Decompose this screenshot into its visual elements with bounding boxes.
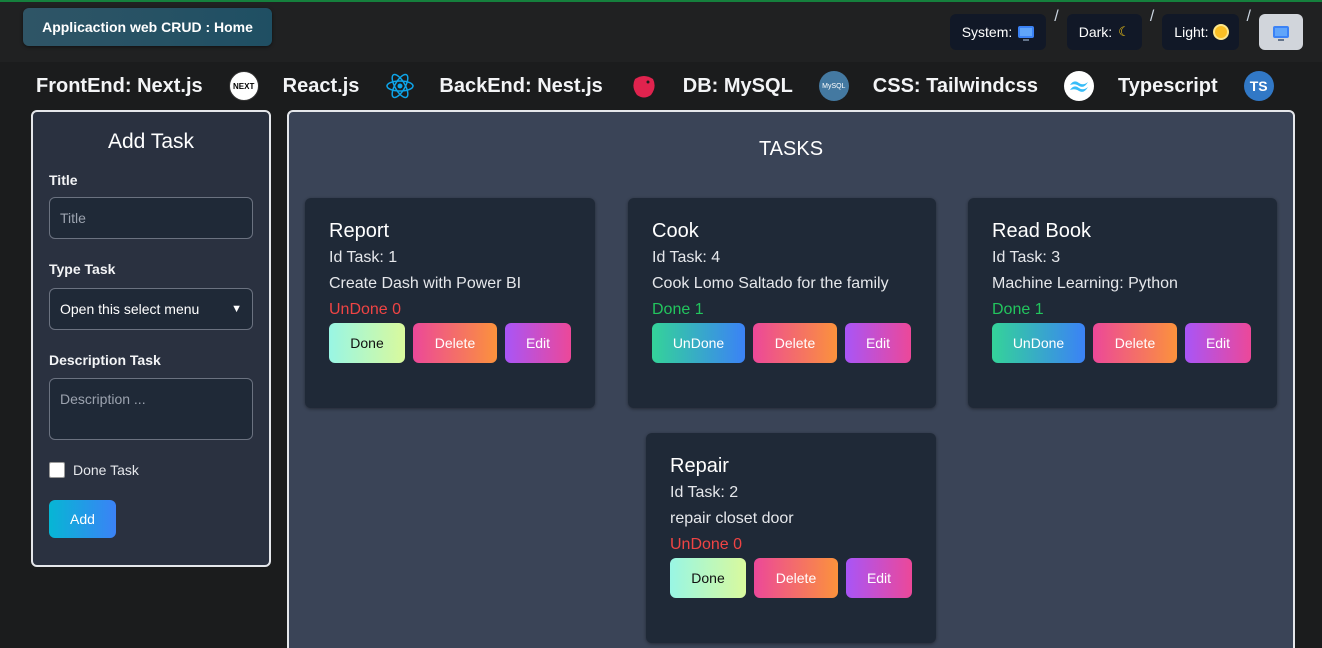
tasks-title: TASKS <box>758 138 824 160</box>
tech-item-react: React.js <box>283 71 440 101</box>
separator: / <box>1054 8 1059 25</box>
task-card: Repair Id Task: 2 repair closet door UnD… <box>646 433 936 643</box>
tech-item-mysql: DB: MySQL MySQL <box>683 71 873 101</box>
task-status: UnDone 0 <box>329 301 402 318</box>
theme-system-button[interactable]: System: <box>949 14 1047 50</box>
task-title: Cook <box>652 220 699 242</box>
done-task-checkbox[interactable] <box>49 462 65 478</box>
task-card: Report Id Task: 1 Create Dash with Power… <box>305 198 595 408</box>
task-id: Id Task: 1 <box>329 249 398 266</box>
tech-label: CSS: Tailwindcss <box>872 74 1039 97</box>
tech-stack-bar: FrontEnd: Next.js NEXT React.js BackEnd:… <box>36 68 1296 104</box>
task-status: UnDone 0 <box>670 536 743 553</box>
mysql-logo-icon: MySQL <box>818 71 849 101</box>
separator: / <box>1246 8 1251 25</box>
tech-label: Typescript <box>1118 74 1218 97</box>
type-task-label: Type Task <box>49 261 116 277</box>
done-button[interactable]: Done <box>670 558 746 598</box>
type-task-selected: Open this select menu <box>60 301 200 317</box>
delete-button[interactable]: Delete <box>753 323 837 363</box>
tech-item-tailwind: CSS: Tailwindcss <box>873 71 1118 101</box>
theme-switcher: System: / Dark: ☾ / Light: / <box>949 8 1303 50</box>
edit-button[interactable]: Edit <box>846 558 912 598</box>
task-id: Id Task: 3 <box>992 249 1061 266</box>
task-description: Cook Lomo Saltado for the family <box>652 275 889 292</box>
monitor-icon <box>1018 26 1035 41</box>
form-title: Add Task <box>108 130 194 153</box>
done-button[interactable]: Done <box>329 323 405 363</box>
task-status: Done 1 <box>992 301 1044 318</box>
tech-item-nestjs: BackEnd: Nest.js <box>439 71 682 101</box>
add-button[interactable]: Add <box>49 500 116 538</box>
nestjs-logo-icon <box>629 71 659 101</box>
description-label: Description Task <box>49 352 161 368</box>
nextjs-logo-icon: NEXT <box>228 71 259 101</box>
tech-item-typescript: Typescript TS <box>1118 71 1298 101</box>
edit-button[interactable]: Edit <box>1185 323 1251 363</box>
edit-button[interactable]: Edit <box>845 323 911 363</box>
tech-label: BackEnd: Nest.js <box>439 74 603 97</box>
react-logo-icon <box>385 71 415 101</box>
task-description: Machine Learning: Python <box>992 275 1178 292</box>
theme-system-label: System: <box>961 24 1013 40</box>
task-title: Repair <box>670 455 729 477</box>
tech-label: FrontEnd: Next.js <box>36 74 203 97</box>
task-description: repair closet door <box>670 510 794 527</box>
tasks-panel: TASKS Report Id Task: 1 Create Dash with… <box>287 110 1295 648</box>
delete-button[interactable]: Delete <box>413 323 497 363</box>
current-theme-button[interactable] <box>1259 14 1303 50</box>
task-title: Report <box>329 220 390 242</box>
theme-light-label: Light: <box>1174 24 1209 40</box>
title-input[interactable]: Title <box>49 197 253 239</box>
undone-button[interactable]: UnDone <box>652 323 745 363</box>
undone-button[interactable]: UnDone <box>992 323 1085 363</box>
description-textarea[interactable]: Description ... <box>49 378 253 440</box>
sun-icon <box>1214 26 1227 38</box>
theme-dark-button[interactable]: Dark: ☾ <box>1066 14 1142 50</box>
task-id: Id Task: 4 <box>652 249 721 266</box>
tech-label: React.js <box>282 74 360 97</box>
delete-button[interactable]: Delete <box>1093 323 1177 363</box>
moon-icon: ☾ <box>1118 24 1130 39</box>
done-task-label: Done Task <box>73 462 139 478</box>
type-task-select[interactable]: Open this select menu ▼ <box>49 288 253 330</box>
task-title: Read Book <box>992 220 1091 242</box>
done-task-row: Done Task <box>49 462 253 478</box>
tailwind-logo-icon <box>1064 71 1095 101</box>
title-label: Title <box>49 172 78 188</box>
task-id: Id Task: 2 <box>670 484 739 501</box>
task-description: Create Dash with Power BI <box>329 275 522 292</box>
tech-label: DB: MySQL <box>682 74 793 97</box>
tech-item-nextjs: FrontEnd: Next.js NEXT <box>36 71 283 101</box>
monitor-icon <box>1273 26 1289 41</box>
theme-dark-label: Dark: <box>1078 24 1113 40</box>
task-card: Cook Id Task: 4 Cook Lomo Saltado for th… <box>628 198 936 408</box>
typescript-logo-icon: TS <box>1243 71 1274 101</box>
delete-button[interactable]: Delete <box>754 558 838 598</box>
edit-button[interactable]: Edit <box>505 323 571 363</box>
task-status: Done 1 <box>652 301 704 318</box>
home-button[interactable]: Applicaction web CRUD : Home <box>23 8 272 46</box>
separator: / <box>1149 8 1155 25</box>
task-card: Read Book Id Task: 3 Machine Learning: P… <box>968 198 1277 408</box>
top-bar: Applicaction web CRUD : Home System: / D… <box>0 2 1322 62</box>
theme-light-button[interactable]: Light: <box>1162 14 1239 50</box>
add-task-form: Add Task Title Title Type Task Open this… <box>31 110 271 567</box>
chevron-down-icon: ▼ <box>231 303 242 315</box>
